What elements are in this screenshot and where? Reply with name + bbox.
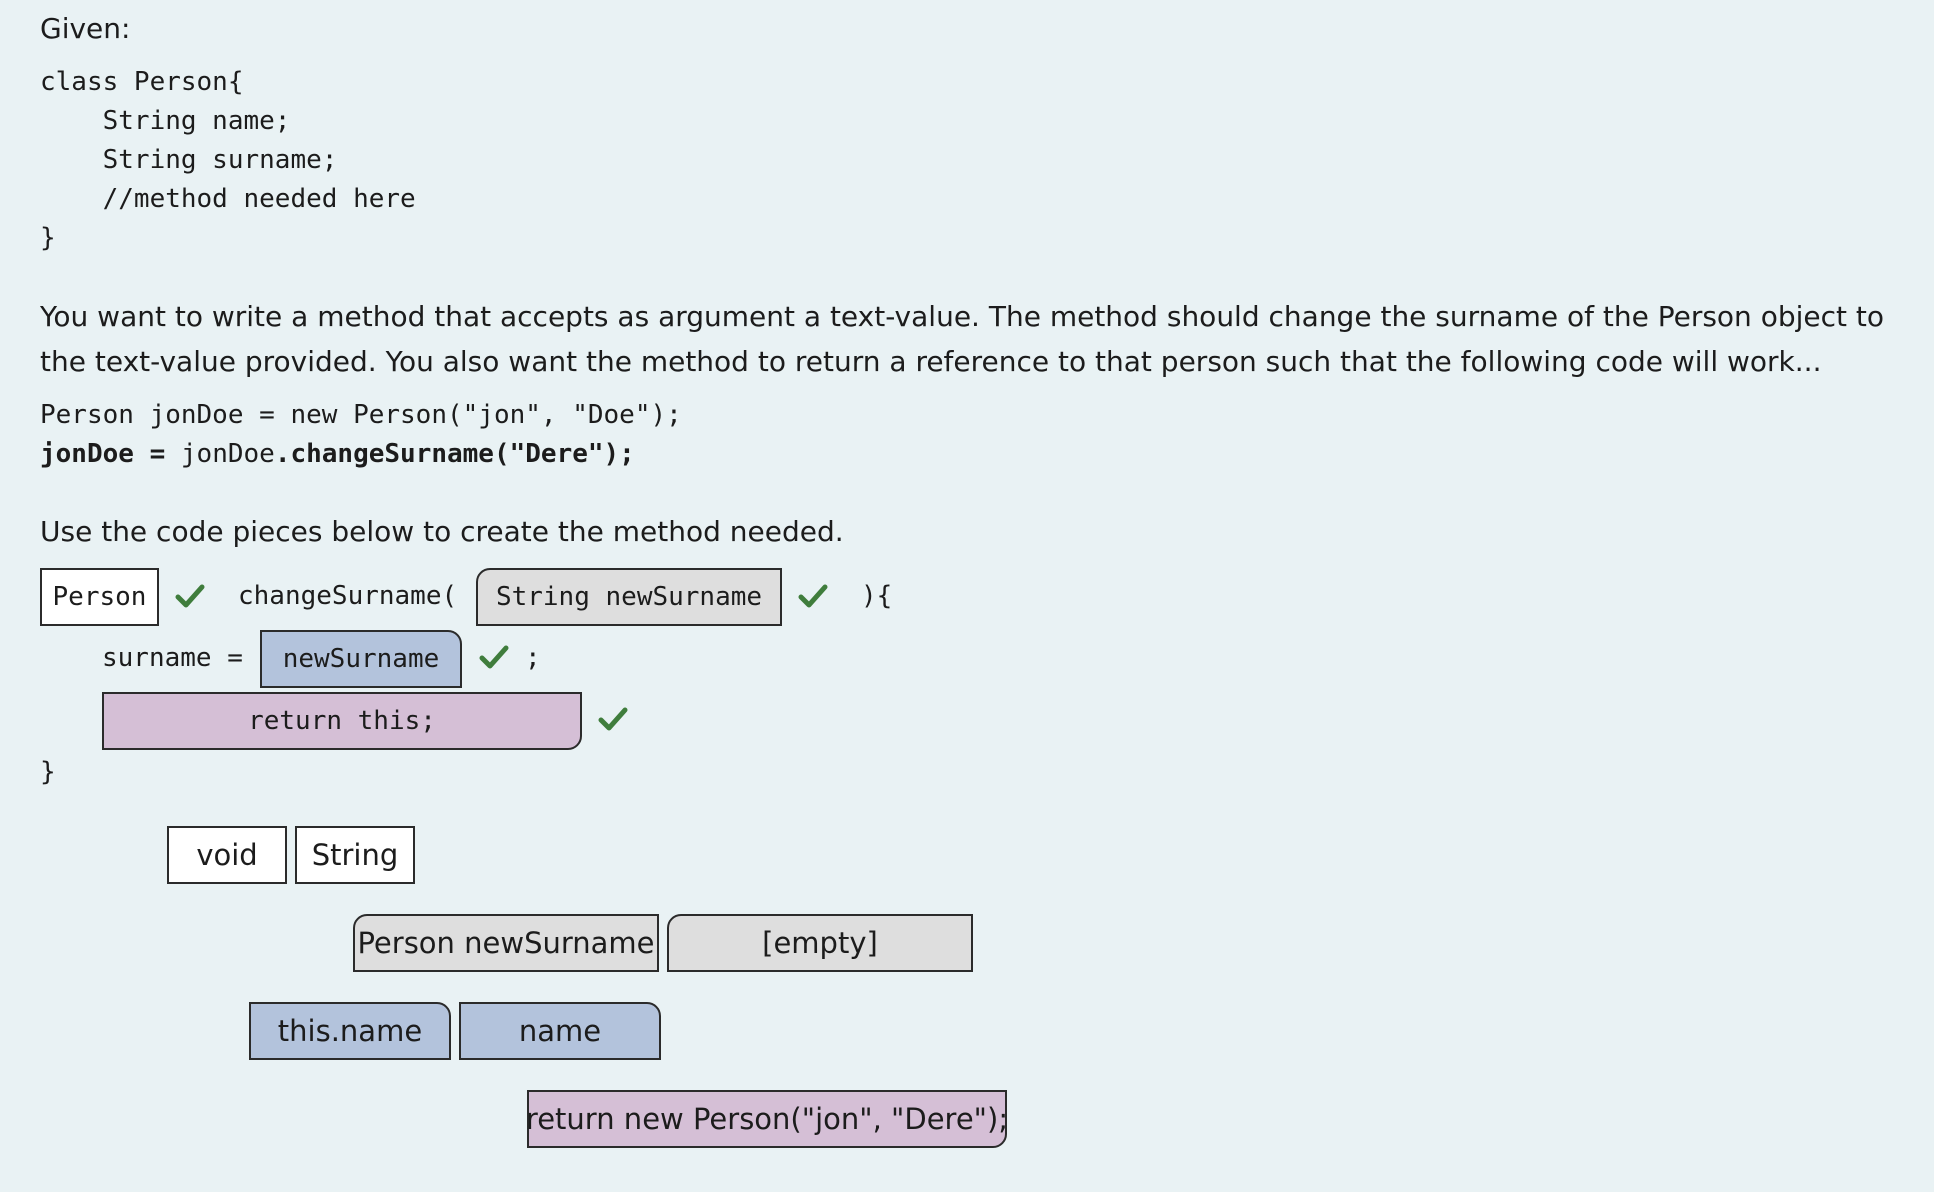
given-label: Given: [40, 12, 131, 45]
method-name-text: changeSurname( [238, 581, 458, 611]
task-description: You want to write a method that accepts … [40, 300, 1884, 378]
placed-return-type[interactable]: Person [40, 568, 159, 626]
bank-piece-name[interactable]: name [459, 1002, 661, 1060]
check-icon [798, 583, 828, 609]
placed-parameter[interactable]: String newSurname [476, 568, 782, 626]
bank-piece-return-new-person[interactable]: return new Person("jon", "Dere"); [526, 1090, 1008, 1148]
code-line: String name; [40, 106, 291, 136]
bank-piece-person-newsurname[interactable]: Person newSurname [353, 914, 659, 972]
code-line: String surname; [40, 145, 338, 175]
bank-piece-this-name[interactable]: this.name [249, 1002, 451, 1060]
code-line: } [40, 223, 56, 253]
class-code-block: class Person{ String name; String surnam… [40, 63, 416, 258]
usage-assign-target: jonDoe = [40, 439, 166, 469]
code-line: class Person{ [40, 67, 244, 97]
usage-line-2: jonDoe = jonDoe.changeSurname("Dere"); [40, 435, 682, 474]
placed-assign-value[interactable]: newSurname [260, 630, 462, 688]
closing-brace: } [40, 757, 56, 787]
instruction-text: Use the code pieces below to create the … [40, 515, 844, 548]
check-icon [175, 583, 205, 609]
assign-prefix-text: surname = [102, 643, 243, 673]
usage-receiver: jonDoe [165, 439, 275, 469]
assign-suffix-text: ; [525, 643, 541, 673]
signature-close-text: ){ [861, 581, 893, 611]
usage-line-1: Person jonDoe = new Person("jon", "Doe")… [40, 400, 682, 430]
placed-return-statement[interactable]: return this; [102, 692, 582, 750]
bank-piece-empty[interactable]: [empty] [667, 914, 973, 972]
bank-piece-string[interactable]: String [295, 826, 415, 884]
usage-method-call: .changeSurname("Dere"); [274, 439, 635, 469]
code-line: //method needed here [40, 184, 416, 214]
check-icon [479, 644, 509, 670]
check-icon [598, 706, 628, 732]
usage-code-block: Person jonDoe = new Person("jon", "Doe")… [40, 396, 682, 474]
bank-piece-void[interactable]: void [167, 826, 287, 884]
